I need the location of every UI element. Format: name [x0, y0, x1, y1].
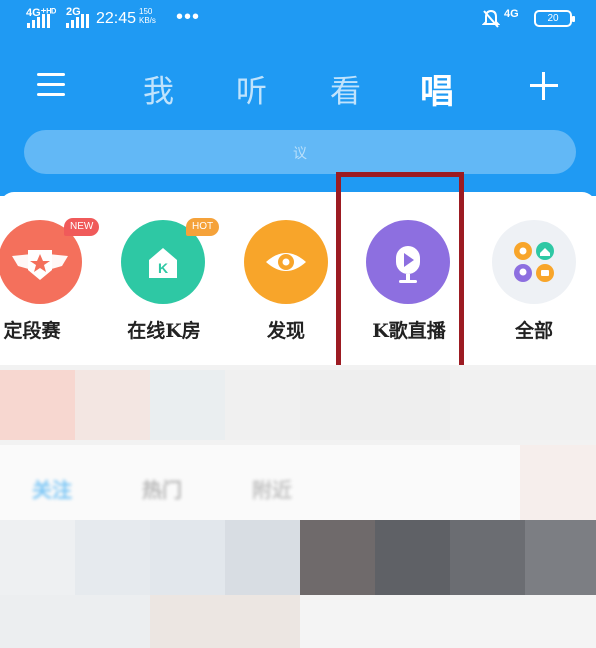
tab-sing[interactable]: 唱 — [420, 64, 454, 113]
entry-discover-label: 发现 — [266, 320, 305, 342]
battery-icon: 20 — [534, 10, 575, 27]
status-time: 22:45 — [96, 10, 137, 27]
entry-all-label: 全部 — [514, 320, 553, 342]
network-speed-value: 150 — [139, 7, 153, 16]
tab-listen[interactable]: 听 — [236, 66, 267, 111]
tab-me[interactable]: 我 — [143, 66, 174, 111]
highlight-annotation-box — [336, 172, 464, 376]
blurred-content — [0, 365, 596, 648]
mute-bell-icon — [482, 9, 500, 28]
entry-discover[interactable]: 发现 — [226, 220, 346, 350]
feed-tab-popular[interactable]: 热门 — [142, 474, 182, 503]
feed-tab-nearby[interactable]: 附近 — [252, 474, 292, 503]
new-badge: NEW — [64, 218, 100, 236]
feed-tab-following[interactable]: 关注 — [32, 474, 72, 503]
entry-online-k-room-label: 在线K房 — [127, 320, 201, 342]
tab-watch[interactable]: 看 — [330, 66, 361, 111]
entry-online-k-room[interactable]: K HOT 在线K房 — [104, 218, 224, 350]
battery-level: 20 — [547, 13, 559, 24]
svg-text:K: K — [158, 260, 168, 276]
search-input[interactable]: 议 — [24, 130, 576, 174]
entry-all-circle — [492, 220, 576, 304]
hot-badge: HOT — [186, 218, 220, 236]
entry-all[interactable]: 全部 — [474, 220, 594, 350]
entry-discover-circle — [244, 220, 328, 304]
more-notifications-icon: ••• — [176, 6, 201, 28]
entry-ranked-match[interactable]: NEW 定段赛 — [0, 218, 100, 350]
network-speed: 150 KB/s — [139, 7, 156, 25]
status-bar: 4G⁺ᴴᴰ 2G 22:45 150 KB/s ••• 4G 20 — [0, 0, 596, 40]
add-icon[interactable] — [528, 70, 560, 102]
search-placeholder: 议 — [293, 146, 307, 162]
menu-icon[interactable] — [37, 72, 65, 98]
grid-apps-icon — [514, 242, 554, 282]
network-speed-unit: KB/s — [139, 16, 156, 25]
network-indicator-right: 4G — [504, 8, 519, 20]
entry-ranked-match-label: 定段赛 — [3, 320, 61, 342]
eye-icon — [266, 253, 306, 271]
app-header: 4G⁺ᴴᴰ 2G 22:45 150 KB/s ••• 4G 20 我 听 看 … — [0, 0, 596, 196]
